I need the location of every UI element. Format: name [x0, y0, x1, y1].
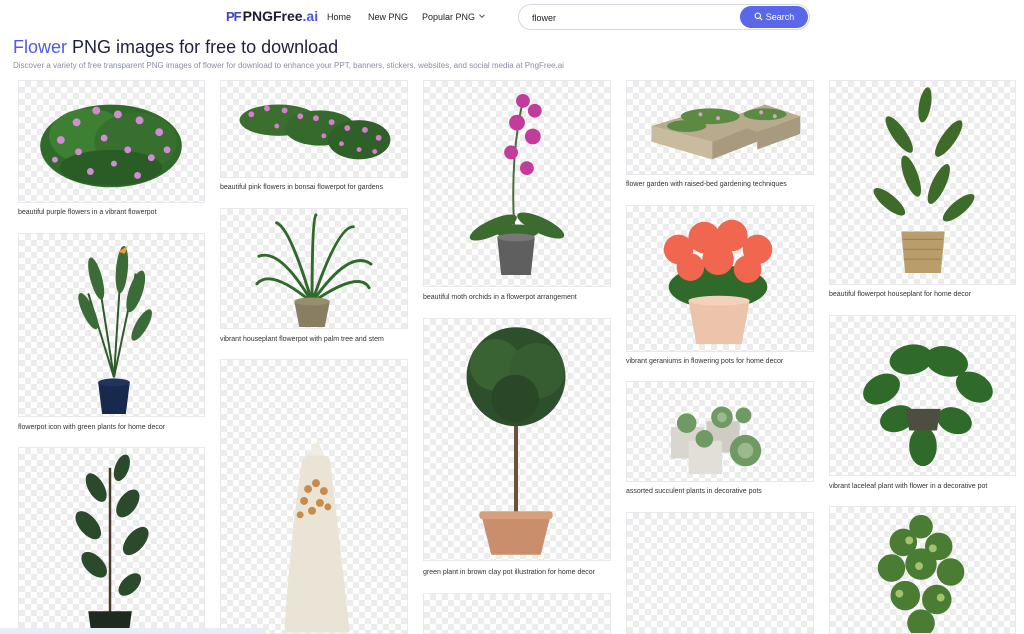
card-caption: vibrant laceleaf plant with flower in a … [829, 483, 988, 490]
thumbnail-bird-of-paradise[interactable] [18, 233, 205, 417]
thumbnail-topiary-tree[interactable] [423, 318, 611, 561]
site-logo[interactable]: PF PNGFree.ai [226, 8, 318, 24]
page-title: Flower PNG images for free to download [13, 37, 338, 58]
card-caption: vibrant houseplant flowerpot with palm t… [220, 336, 384, 343]
thumbnail-schefflera-plant[interactable] [829, 506, 1016, 634]
card-caption: assorted succulent plants in decorative … [626, 488, 762, 495]
thumbnail-dracaena-basket[interactable] [829, 80, 1016, 285]
nav-popular-png[interactable]: Popular PNG [422, 12, 486, 22]
card-caption: beautiful moth orchids in a flowerpot ar… [423, 294, 577, 301]
card-caption: beautiful flowerpot houseplant for home … [829, 291, 972, 298]
thumbnail-blank[interactable] [423, 593, 611, 634]
title-rest: PNG images for free to download [72, 37, 339, 57]
nav-home[interactable]: Home [327, 12, 351, 22]
thumbnail-blank[interactable] [626, 512, 814, 634]
search-button-label: Search [765, 12, 795, 22]
thumbnail-rubber-plant[interactable] [18, 447, 205, 634]
logo-name: PNGFree [242, 8, 303, 24]
card-caption: flowerpot icon with green plants for hom… [18, 424, 166, 431]
search-bar: Search [518, 4, 810, 30]
top-header: PF PNGFree.ai Home New PNG Popular PNG S… [0, 0, 1024, 36]
search-button[interactable]: Search [740, 6, 808, 28]
nav-home-label: Home [327, 12, 352, 22]
thumbnail-red-geraniums[interactable] [626, 205, 814, 352]
card-caption: flower garden with raised-bed gardening … [626, 181, 787, 188]
logo-mark: PF [226, 8, 242, 24]
card-caption: beautiful pink flowers in bonsai flowerp… [220, 184, 384, 191]
logo-text: PNGFree.ai [243, 8, 319, 24]
page-subtitle: Discover a variety of free transparent P… [13, 61, 564, 70]
card-caption: vibrant geraniums in flowering pots for … [626, 358, 784, 365]
nav-popular-png-label: Popular PNG [422, 12, 476, 22]
thumbnail-laceleaf-plant[interactable] [829, 315, 1016, 476]
thumbnail-purple-flower-bush[interactable] [18, 80, 205, 203]
thumbnail-moth-orchid[interactable] [423, 80, 611, 287]
card-caption: green plant in brown clay pot illustrati… [423, 569, 595, 576]
thumbnail-succulent-pots[interactable] [626, 381, 814, 482]
chevron-down-icon [478, 12, 486, 22]
thumbnail-pink-flower-hedge[interactable] [220, 80, 408, 178]
nav-new-png[interactable]: New PNG [368, 12, 408, 22]
title-keyword: Flower [13, 37, 68, 57]
thumbnail-dried-flower-bouquet[interactable] [220, 359, 408, 634]
nav-new-png-label: New PNG [368, 12, 409, 22]
thumbnail-palm-houseplant[interactable] [220, 208, 408, 329]
thumbnail-raised-bed-garden[interactable] [626, 80, 814, 175]
bottom-scroll-indicator [0, 628, 266, 634]
card-caption: beautiful purple flowers in a vibrant fl… [18, 209, 157, 216]
search-icon [754, 12, 763, 23]
search-input[interactable] [532, 11, 732, 24]
logo-suffix: .ai [302, 8, 319, 24]
